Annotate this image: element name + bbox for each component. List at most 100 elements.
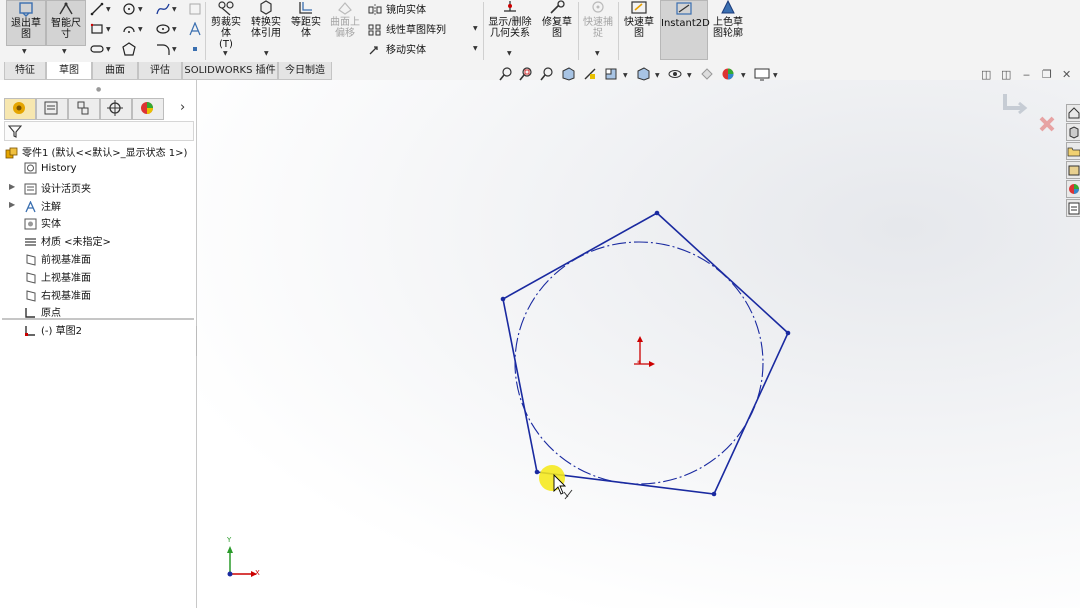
tree-item-design-binder[interactable]: 设计活页夹 xyxy=(24,180,91,195)
mirror-entities-button[interactable]: 镜向实体 xyxy=(368,1,426,16)
polygon-icon[interactable] xyxy=(122,42,136,56)
tree-item-sketch2[interactable]: (-) 草图2 xyxy=(24,322,82,337)
tile-left-icon[interactable]: ◫ xyxy=(981,68,991,81)
linear-pattern-dropdown-icon[interactable]: ▼ xyxy=(473,25,478,32)
offset-on-surface-button[interactable]: 曲面上偏移 xyxy=(326,0,364,44)
trim-dropdown-icon[interactable]: ▼ xyxy=(223,50,228,57)
tree-item-annotations[interactable]: 注解 xyxy=(24,198,61,213)
spline-icon[interactable] xyxy=(156,2,170,16)
property-manager-tab[interactable] xyxy=(36,98,68,120)
tab-surfaces[interactable]: 曲面 xyxy=(92,62,138,80)
rapid-sketch-button[interactable]: 快速草图 xyxy=(620,0,658,44)
exit-sketch-button[interactable]: 退出草图 xyxy=(6,0,46,46)
ellipse-icon[interactable] xyxy=(156,22,170,36)
design-library-tab[interactable] xyxy=(1066,123,1080,141)
tab-sketch[interactable]: 草图 xyxy=(46,62,92,80)
polygon-vertex[interactable] xyxy=(534,469,540,475)
line-icon[interactable] xyxy=(90,2,104,16)
minimize-window-icon[interactable]: ‒ xyxy=(1023,68,1030,81)
ellipse-dropdown-icon[interactable]: ▼ xyxy=(172,26,177,33)
slot-icon[interactable] xyxy=(90,42,104,56)
graphics-area[interactable]: * Y X xyxy=(197,80,1080,608)
view-settings-dropdown-icon[interactable]: ▼ xyxy=(773,72,778,79)
tab-made-today[interactable]: 今日制造 xyxy=(278,62,332,80)
smart-dimension-button[interactable]: 智能尺寸 xyxy=(46,0,86,46)
appearances-tab[interactable] xyxy=(1066,180,1080,198)
linear-sketch-pattern-button[interactable]: 线性草图阵列 xyxy=(368,21,446,36)
surface-sketch-icon[interactable] xyxy=(188,2,202,16)
point-icon[interactable] xyxy=(188,42,202,56)
line-dropdown-icon[interactable]: ▼ xyxy=(106,6,111,13)
arc-icon[interactable] xyxy=(122,22,136,36)
tree-item-top-plane[interactable]: 上视基准面 xyxy=(24,269,91,284)
hide-show-items-icon[interactable] xyxy=(668,67,682,81)
tree-item-history[interactable]: History xyxy=(24,162,77,174)
tree-root-part[interactable]: 零件1 (默认<<默认>_显示状态 1>) xyxy=(5,144,187,159)
exit-sketch-dropdown-icon[interactable]: ▼ xyxy=(22,48,27,55)
offset-entities-button[interactable]: 等距实体 xyxy=(288,0,324,44)
display-manager-tab[interactable] xyxy=(132,98,164,120)
quick-snaps-button[interactable]: 快速捕捉 xyxy=(580,0,616,44)
edit-appearance-icon[interactable] xyxy=(700,67,714,81)
polygon-vertex[interactable] xyxy=(500,296,506,302)
move-dropdown-icon[interactable]: ▼ xyxy=(473,45,478,52)
rectangle-icon[interactable] xyxy=(90,22,104,36)
restore-window-icon[interactable]: ❐ xyxy=(1042,68,1052,81)
apply-scene-dropdown-icon[interactable]: ▼ xyxy=(741,72,746,79)
tree-item-origin[interactable]: 原点 xyxy=(24,304,61,319)
dynamic-annotation-icon[interactable] xyxy=(583,67,597,81)
tree-item-right-plane[interactable]: 右视基准面 xyxy=(24,287,91,302)
chevron-right-icon[interactable]: › xyxy=(180,100,185,115)
polygon-vertex[interactable] xyxy=(785,330,791,336)
panel-grip-icon[interactable]: ● xyxy=(96,86,101,93)
tree-item-front-plane[interactable]: 前视基准面 xyxy=(24,251,91,266)
display-style-dropdown-icon[interactable]: ▼ xyxy=(655,72,660,79)
tab-features[interactable]: 特征 xyxy=(4,62,46,80)
view-settings-icon[interactable] xyxy=(754,67,770,81)
tree-filter-bar[interactable] xyxy=(4,121,194,141)
tab-evaluate[interactable]: 评估 xyxy=(138,62,182,80)
fillet-dropdown-icon[interactable]: ▼ xyxy=(172,46,177,53)
view-orientation-dropdown-icon[interactable]: ▼ xyxy=(623,72,628,79)
display-delete-relations-button[interactable]: 显示/删除几何关系 xyxy=(486,0,534,44)
repair-sketch-button[interactable]: 修复草图 xyxy=(538,0,576,44)
solidworks-resources-tab[interactable] xyxy=(1066,104,1080,122)
section-view-icon[interactable] xyxy=(561,67,575,81)
tab-solidworks-addins[interactable]: SOLIDWORKS 插件 xyxy=(182,62,278,80)
slot-dropdown-icon[interactable]: ▼ xyxy=(106,46,111,53)
dimxpert-manager-tab[interactable] xyxy=(100,98,132,120)
polygon-vertex[interactable] xyxy=(711,491,717,497)
quick-snaps-dropdown-icon[interactable]: ▼ xyxy=(595,50,600,57)
tree-item-material[interactable]: 材质 <未指定> xyxy=(24,233,111,248)
tile-right-icon[interactable]: ◫ xyxy=(1001,68,1011,81)
trim-entities-button[interactable]: 剪裁实体 (T) xyxy=(208,0,244,50)
close-window-icon[interactable]: ✕ xyxy=(1062,68,1071,81)
zoom-to-fit-icon[interactable] xyxy=(499,67,513,81)
rectangle-dropdown-icon[interactable]: ▼ xyxy=(106,26,111,33)
convert-dropdown-icon[interactable]: ▼ xyxy=(264,50,269,57)
relations-dropdown-icon[interactable]: ▼ xyxy=(507,50,512,57)
feature-tree-tab[interactable] xyxy=(4,98,36,120)
view-palette-tab[interactable] xyxy=(1066,161,1080,179)
fillet-icon[interactable] xyxy=(156,42,170,56)
instant2d-button[interactable]: Instant2D xyxy=(660,0,710,60)
tree-item-solid-bodies[interactable]: 实体 xyxy=(24,215,61,230)
configuration-manager-tab[interactable] xyxy=(68,98,100,120)
file-explorer-tab[interactable] xyxy=(1066,142,1080,160)
expand-arrow-icon[interactable]: ▶ xyxy=(9,182,15,191)
expand-arrow-icon[interactable]: ▶ xyxy=(9,200,15,209)
view-orientation-icon[interactable] xyxy=(604,67,618,81)
custom-properties-tab[interactable] xyxy=(1066,199,1080,217)
smart-dimension-dropdown-icon[interactable]: ▼ xyxy=(62,48,67,55)
move-entities-button[interactable]: 移动实体 xyxy=(368,41,426,56)
arc-dropdown-icon[interactable]: ▼ xyxy=(138,26,143,33)
confirmation-corner[interactable] xyxy=(997,88,1067,138)
zoom-to-area-icon[interactable] xyxy=(519,67,533,81)
polygon-vertex[interactable] xyxy=(654,210,660,216)
spline-dropdown-icon[interactable]: ▼ xyxy=(172,6,177,13)
circle-dropdown-icon[interactable]: ▼ xyxy=(138,6,143,13)
sketch-canvas[interactable]: * xyxy=(197,80,1080,608)
apply-scene-icon[interactable] xyxy=(720,67,736,81)
convert-entities-button[interactable]: 转换实体引用 xyxy=(248,0,284,44)
polygon-sketch[interactable] xyxy=(502,212,789,495)
